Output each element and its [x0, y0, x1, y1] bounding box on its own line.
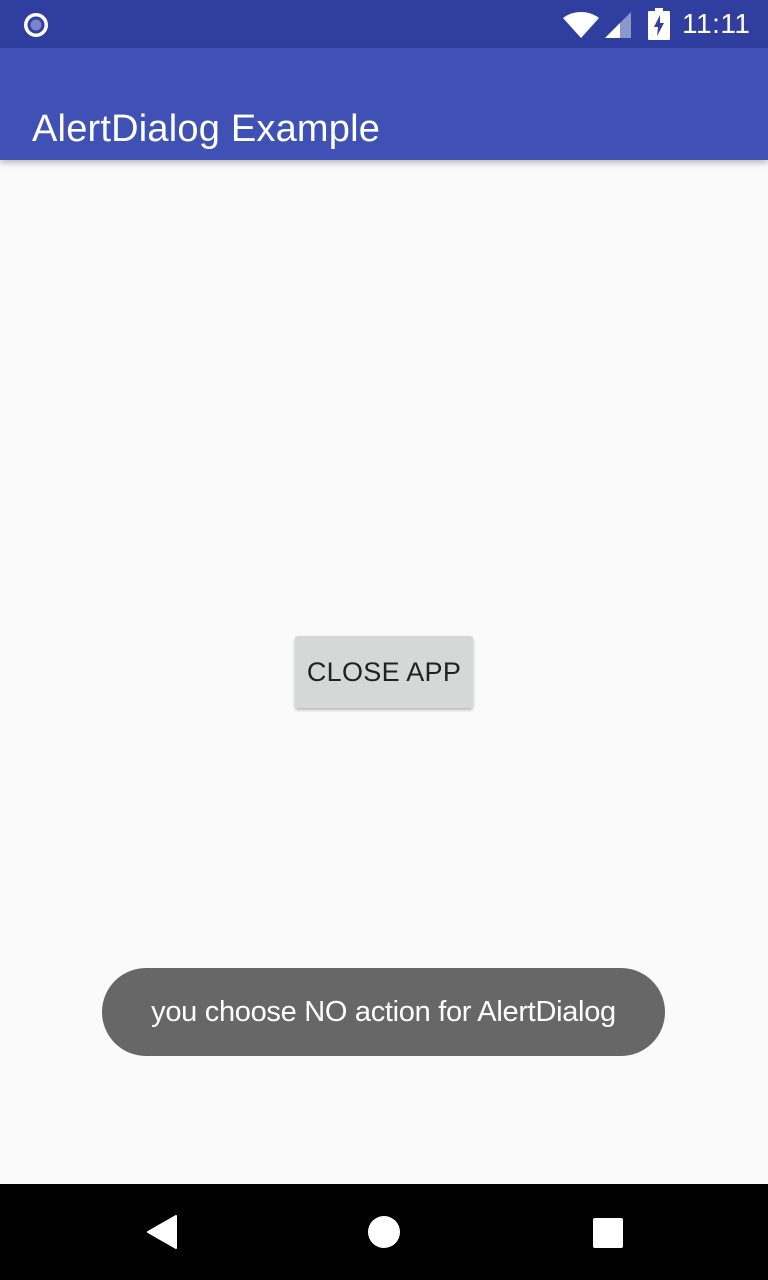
battery-charging-icon — [648, 8, 670, 40]
back-icon[interactable] — [144, 1214, 180, 1250]
main-content: CLOSE APP you choose NO action for Alert… — [0, 160, 768, 1184]
app-title: AlertDialog Example — [32, 108, 381, 151]
home-icon[interactable] — [366, 1214, 402, 1250]
wifi-icon — [563, 12, 599, 38]
status-bar: 11:11 — [0, 0, 768, 48]
screen: 11:11 AlertDialog Example CLOSE APP you … — [0, 0, 768, 1280]
navigation-bar — [0, 1184, 768, 1280]
toast-message: you choose NO action for AlertDialog — [102, 968, 665, 1056]
recents-icon[interactable] — [592, 1217, 624, 1249]
radio-button-icon — [24, 13, 48, 37]
cell-signal-icon — [605, 12, 631, 38]
app-bar: AlertDialog Example — [0, 48, 768, 160]
close-app-button[interactable]: CLOSE APP — [295, 636, 473, 708]
status-time: 11:11 — [682, 8, 751, 39]
